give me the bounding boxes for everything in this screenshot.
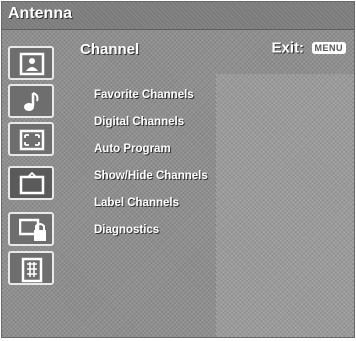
preview-pane [216, 74, 354, 337]
menu-title: Channel [80, 41, 140, 58]
menu-item-diagnostics[interactable]: Diagnostics [94, 223, 208, 250]
menu-item-favorite-channels[interactable]: Favorite Channels [94, 88, 208, 115]
lock-category-button[interactable] [8, 212, 54, 246]
menu-item-label-channels[interactable]: Label Channels [94, 196, 208, 223]
picture-category-button[interactable] [8, 46, 54, 80]
menu-item-show-hide-channels[interactable]: Show/Hide Channels [94, 169, 208, 196]
setup-category-button[interactable] [8, 251, 54, 285]
channel-menu-list: Favorite Channels Digital Channels Auto … [94, 88, 208, 250]
page-title: Antenna [8, 5, 72, 22]
sound-category-button[interactable] [8, 84, 54, 118]
parental-lock-icon [19, 218, 46, 241]
setup-icon [21, 257, 43, 283]
tv-menu-screen: Antenna Channel Exit: MENU Favorite Chan… [1, 1, 355, 338]
music-note-icon [24, 92, 39, 111]
menu-item-digital-channels[interactable]: Digital Channels [94, 115, 208, 142]
channel-category-button[interactable] [8, 166, 54, 200]
exit-label: Exit: [271, 39, 305, 57]
screen-size-icon [19, 129, 45, 151]
screen-category-button[interactable] [8, 122, 54, 156]
menu-key-badge: MENU [311, 41, 346, 54]
channel-tv-icon [19, 172, 45, 195]
title-bar: Antenna [2, 2, 354, 30]
menu-item-auto-program[interactable]: Auto Program [94, 142, 208, 169]
exit-hint: Exit: MENU [272, 39, 346, 57]
picture-icon [19, 52, 45, 76]
